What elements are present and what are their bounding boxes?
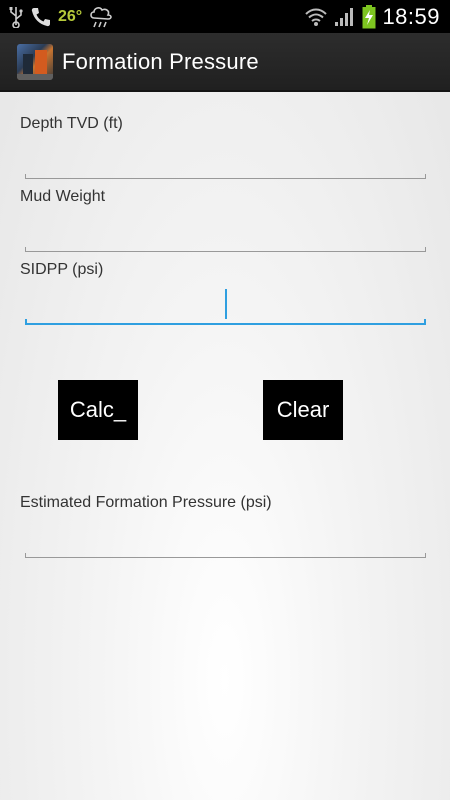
mud-weight-input[interactable] <box>25 217 426 251</box>
mud-weight-field[interactable] <box>25 217 426 252</box>
app-icon[interactable] <box>17 43 53 80</box>
wifi-icon <box>304 7 328 27</box>
text-cursor <box>225 289 227 319</box>
battery-charging-icon <box>362 4 376 29</box>
sidpp-field[interactable] <box>25 289 426 325</box>
depth-label: Depth TVD (ft) <box>20 115 123 132</box>
temperature-text: 26° <box>58 7 83 25</box>
result-field[interactable] <box>25 523 426 558</box>
status-right: 18:59 <box>304 4 450 30</box>
usb-icon <box>8 6 24 28</box>
signal-icon <box>334 7 356 27</box>
clear-button[interactable]: Clear <box>263 380 343 440</box>
phone-icon <box>30 6 52 28</box>
mud-weight-label: Mud Weight <box>20 188 106 205</box>
clock-text: 18:59 <box>382 3 440 29</box>
depth-input[interactable] <box>25 144 426 178</box>
status-bar: 26° 18:59 <box>0 0 450 33</box>
result-input[interactable] <box>25 523 426 557</box>
calc-button[interactable]: Calc_ <box>58 380 138 440</box>
app-title: Formation Pressure <box>62 48 259 74</box>
status-left: 26° <box>0 5 114 29</box>
cloud-rain-icon <box>88 5 114 29</box>
result-label: Estimated Formation Pressure (psi) <box>20 494 272 511</box>
sidpp-label: SIDPP (psi) <box>20 261 104 278</box>
action-bar: Formation Pressure <box>0 33 450 92</box>
depth-field[interactable] <box>25 144 426 179</box>
